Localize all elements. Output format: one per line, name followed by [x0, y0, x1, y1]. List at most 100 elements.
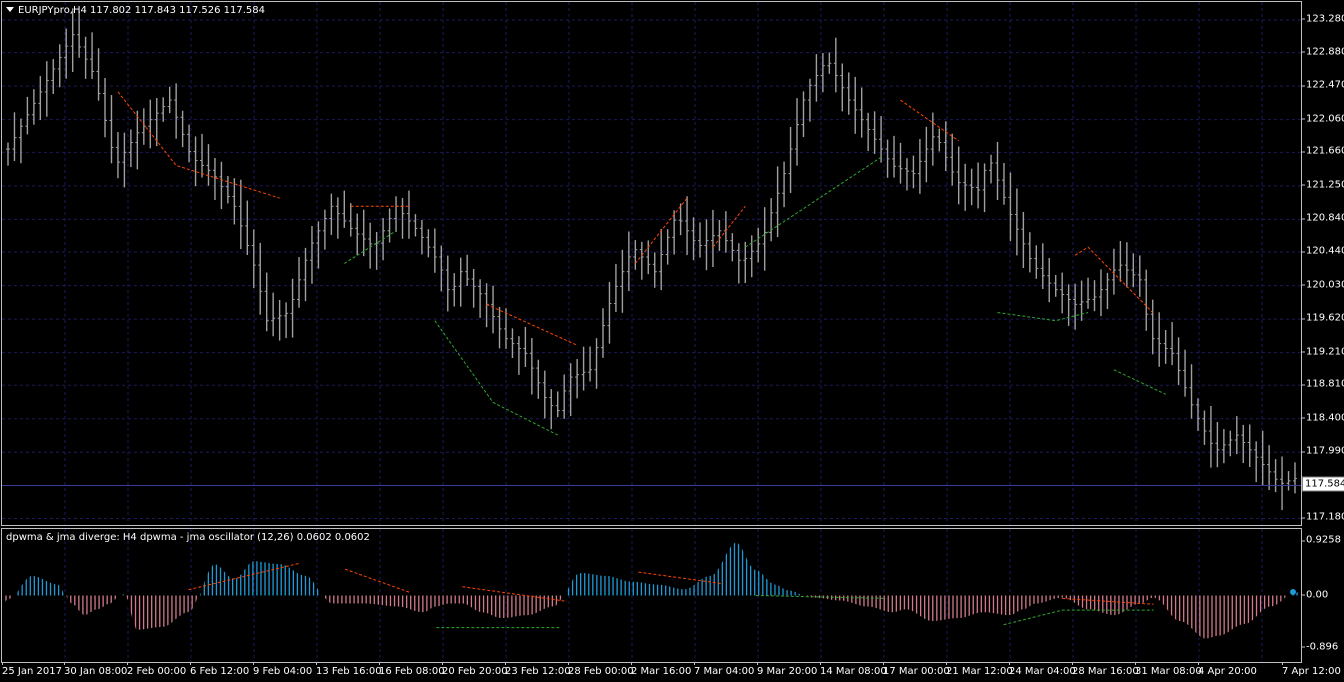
price-chart-canvas[interactable] [2, 2, 1301, 525]
price-bar [342, 190, 347, 228]
price-bar [1086, 277, 1091, 309]
price-bar [374, 231, 379, 270]
bearish-divergence-line [900, 99, 959, 142]
oscillator-line [5, 541, 1298, 640]
price-bar [853, 76, 858, 134]
price-bar [212, 157, 217, 201]
price-bar [329, 193, 334, 235]
oscillator-canvas[interactable] [2, 529, 1301, 662]
time-label: 4 Apr 20:00 [1198, 662, 1257, 677]
oscillator-label: -0.896 [1301, 641, 1339, 653]
price-bar [723, 211, 728, 253]
time-label: 20 Feb 20:00 [442, 662, 508, 677]
price-bar [1098, 269, 1103, 317]
price-bar [1073, 283, 1078, 330]
price-bar [685, 196, 690, 256]
price-bar [122, 132, 127, 188]
time-label: 2 Feb 00:00 [127, 662, 187, 677]
price-bar [801, 91, 806, 138]
chart-title: EURJPYpro,H4 117.802 117.843 117.526 117… [6, 5, 265, 16]
price-label: 119.210 [1301, 346, 1344, 357]
price-bar [322, 209, 327, 250]
price-bar [57, 44, 62, 88]
price-label: 121.660 [1301, 146, 1344, 157]
time-label: 13 Feb 16:00 [316, 662, 382, 677]
price-bar [911, 155, 916, 189]
price-bar [982, 163, 987, 213]
price-bar [536, 359, 541, 399]
price-bar [1144, 269, 1149, 331]
price-bar [1241, 424, 1246, 464]
oscillator-pane[interactable]: dpwma & jma diverge: H4 dpwma - jma osci… [1, 528, 1302, 663]
price-bar [335, 197, 340, 239]
oscillator-axis[interactable]: 0.9258 0.00 -0.896 [1301, 528, 1344, 662]
price-bar [581, 346, 586, 391]
price-bar [626, 231, 631, 292]
time-label: 23 Feb 12:00 [505, 662, 571, 677]
price-bar [400, 198, 405, 239]
price-bar [898, 142, 903, 184]
price-bar [77, 11, 82, 58]
price-bar [1137, 255, 1142, 297]
price-bar [245, 200, 250, 256]
price-bar [1163, 330, 1168, 364]
price-bar [251, 229, 256, 289]
price-bar [937, 128, 942, 152]
price-bar [969, 168, 974, 206]
price-bar [1286, 471, 1291, 491]
price-bar [885, 139, 890, 178]
bullish-divergence-line [1003, 609, 1154, 626]
price-bar [523, 326, 528, 367]
price-bar [756, 227, 761, 263]
price-bar [542, 370, 547, 419]
price-bar [64, 28, 69, 79]
price-label: 117.990 [1301, 446, 1344, 457]
price-bar [187, 124, 192, 163]
price-label: 119.620 [1301, 313, 1344, 324]
price-bar [167, 86, 172, 114]
price-label: 120.030 [1301, 279, 1344, 290]
price-bar [1280, 456, 1285, 511]
price-bar [956, 146, 961, 205]
price-bar [995, 141, 1000, 200]
price-bar [452, 273, 457, 307]
price-bar [743, 241, 748, 284]
chart-symbol-ohlc: EURJPYpro,H4 117.802 117.843 117.526 117… [18, 5, 265, 16]
price-bar [795, 98, 800, 166]
price-bar [1079, 280, 1084, 321]
price-chart-pane[interactable]: EURJPYpro,H4 117.802 117.843 117.526 117… [1, 1, 1302, 526]
price-bar [652, 252, 657, 288]
price-bar [1021, 211, 1026, 269]
price-bar [277, 300, 282, 341]
price-bar [568, 363, 573, 417]
price-bar [1189, 364, 1194, 419]
oscillator-last-marker [1290, 588, 1296, 595]
price-bar [264, 272, 269, 332]
price-axis[interactable]: 123.280 122.880 122.470 122.060 121.660 121.2… [1301, 1, 1344, 525]
price-label: 123.280 [1301, 13, 1344, 24]
price-bar [633, 240, 638, 270]
price-bar [478, 279, 483, 318]
price-bar [814, 54, 819, 102]
price-bar [180, 110, 185, 148]
price-bar [128, 129, 133, 168]
price-bar [18, 118, 23, 164]
chevron-down-icon[interactable] [6, 7, 14, 12]
price-bar [25, 96, 30, 135]
price-bar [924, 126, 929, 183]
price-label: 122.060 [1301, 113, 1344, 124]
price-bar [161, 97, 166, 122]
price-bar [1118, 240, 1123, 282]
price-bar [892, 135, 897, 178]
price-bar [1040, 243, 1045, 290]
price-bar [1260, 430, 1265, 486]
price-bar [639, 241, 644, 280]
price-bar [193, 136, 198, 187]
price-bar [1208, 405, 1213, 468]
price-bar [736, 243, 741, 284]
price-bar [1221, 429, 1226, 464]
price-bar [1273, 459, 1278, 493]
time-axis[interactable]: 25 Jan 2017 30 Jan 08:00 2 Feb 00:00 6 Feb … [0, 662, 1344, 682]
price-bar [115, 132, 120, 179]
time-label: 25 Jan 2017 [2, 662, 62, 677]
